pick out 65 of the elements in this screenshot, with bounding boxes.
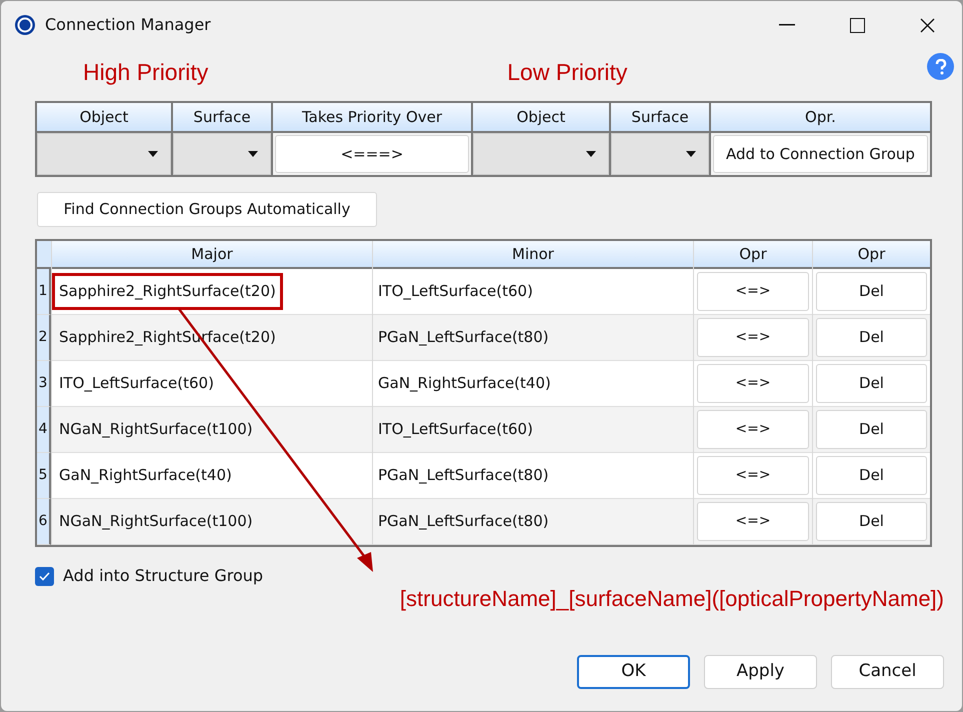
major-surface-text: NGaN_RightSurface(t100): [58, 419, 254, 440]
dialog-button[interactable]: OK: [577, 655, 690, 689]
column-header: Surface: [173, 103, 271, 131]
swap-button[interactable]: <=>: [697, 272, 809, 311]
major-surface-text: Sapphire2_RightSurface(t20): [52, 273, 283, 310]
column-header: Opr: [694, 241, 812, 269]
close-icon: [920, 18, 934, 32]
row-number: 1: [37, 269, 51, 315]
dropdown-caret-icon: [248, 151, 258, 157]
dropdown-field[interactable]: [611, 133, 709, 175]
naming-format-annotation: [structureName]_[surfaceName]([opticalPropertyName]): [400, 585, 944, 613]
table-cell: PGaN_LeftSurface(t80): [373, 453, 693, 499]
delete-button[interactable]: Del: [816, 364, 927, 403]
minimize-icon: [779, 24, 795, 26]
find-groups-button[interactable]: Find Connection Groups Automatically: [37, 192, 377, 227]
help-icon[interactable]: [927, 53, 954, 80]
column-header: Opr: [813, 241, 930, 269]
delete-button[interactable]: Del: [816, 502, 927, 541]
column-header: Opr.: [711, 103, 930, 131]
checkmark-icon: [39, 572, 50, 580]
column-header: Minor: [373, 241, 693, 269]
row-number: 5: [37, 453, 51, 499]
maximize-icon: [850, 18, 864, 32]
low-priority-label: Low Priority: [507, 58, 628, 87]
swap-button[interactable]: <=>: [697, 456, 809, 495]
dialog-button[interactable]: Apply: [704, 655, 817, 689]
row-number: 4: [37, 407, 51, 453]
dropdown-field[interactable]: [473, 133, 609, 175]
swap-button[interactable]: <=>: [697, 502, 809, 541]
column-header: Object: [37, 103, 171, 131]
dropdown-caret-icon: [148, 151, 158, 157]
swap-button[interactable]: <=>: [697, 410, 809, 449]
checkbox[interactable]: [35, 566, 54, 586]
table-cell: GaN_RightSurface(t40): [373, 361, 693, 407]
swap-button[interactable]: <=>: [697, 318, 809, 357]
major-surface-text: NGaN_RightSurface(t100): [58, 511, 254, 532]
table-cell: PGaN_LeftSurface(t80): [373, 315, 693, 361]
checkbox-label: Add into Structure Group: [63, 565, 264, 587]
row-number: 2: [37, 315, 51, 361]
column-header: Object: [473, 103, 609, 131]
table-cell: PGaN_LeftSurface(t80): [373, 499, 693, 545]
delete-button[interactable]: Del: [816, 410, 927, 449]
major-surface-text: ITO_LeftSurface(t60): [58, 373, 215, 394]
dialog-button[interactable]: Cancel: [831, 655, 944, 689]
delete-button[interactable]: Del: [816, 318, 927, 357]
priority-button[interactable]: <===>: [275, 135, 469, 173]
row-number: 3: [37, 361, 51, 407]
high-priority-label: High Priority: [83, 58, 208, 87]
delete-button[interactable]: Del: [816, 272, 927, 311]
dropdown-caret-icon: [586, 151, 596, 157]
add-group-button[interactable]: Add to Connection Group: [713, 135, 928, 173]
column-header: Major: [52, 241, 372, 269]
app-logo-icon: [15, 15, 35, 35]
dropdown-caret-icon: [686, 151, 696, 157]
dropdown-field[interactable]: [173, 133, 271, 175]
delete-button[interactable]: Del: [816, 456, 927, 495]
table-cell: ITO_LeftSurface(t60): [373, 269, 693, 315]
major-surface-text: GaN_RightSurface(t40): [58, 465, 233, 486]
column-header: Takes Priority Over: [273, 103, 471, 131]
row-number: 6: [37, 499, 51, 545]
table-cell: ITO_LeftSurface(t60): [373, 407, 693, 453]
swap-button[interactable]: <=>: [697, 364, 809, 403]
dropdown-field[interactable]: [37, 133, 171, 175]
window-title: Connection Manager: [45, 14, 211, 36]
column-header: Surface: [611, 103, 709, 131]
